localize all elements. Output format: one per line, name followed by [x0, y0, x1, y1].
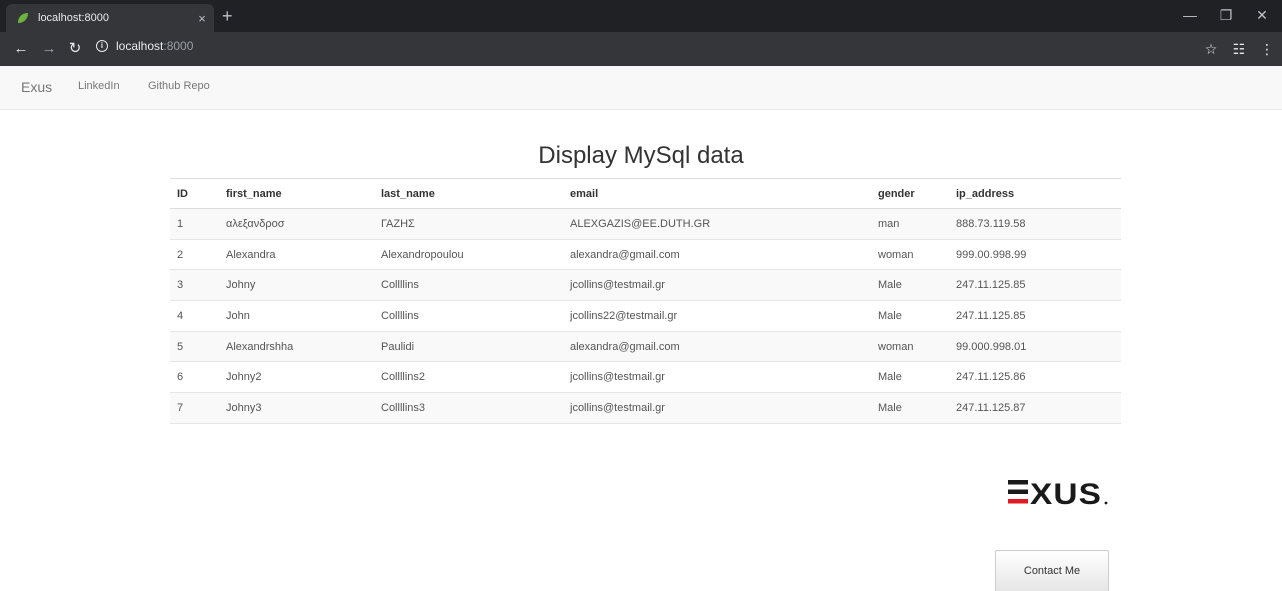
- back-icon[interactable]: ←: [10, 38, 32, 60]
- cell-first-name: Alexandrshha: [219, 331, 374, 363]
- reload-icon[interactable]: ↻: [64, 38, 86, 60]
- svg-text:XUS: XUS: [1030, 478, 1102, 511]
- data-table: ID first_name last_name email gender ip_…: [170, 178, 1121, 424]
- exus-logo: XUS: [1008, 478, 1108, 511]
- cell-id: 4: [170, 300, 219, 332]
- cell-ip-address: 888.73.119.58: [949, 208, 1121, 240]
- cell-ip-address: 247.11.125.86: [949, 361, 1121, 394]
- cell-first-name: Johny: [219, 269, 374, 302]
- cell-email: jcollins@testmail.gr: [563, 269, 871, 302]
- cell-first-name: αλεξανδροσ: [219, 208, 374, 240]
- table-header-row: ID first_name last_name email gender ip_…: [170, 178, 1121, 209]
- cell-first-name: Johny2: [219, 361, 374, 394]
- table-row: 6 Johny2 Collllins2 jcollins@testmail.gr…: [170, 361, 1121, 394]
- header-last-name: last_name: [374, 178, 563, 209]
- cell-gender: Male: [871, 392, 949, 424]
- table-row: 5 Alexandrshha Paulidi alexandra@gmail.c…: [170, 331, 1121, 363]
- site-navbar: Exus LinkedIn Github Repo: [0, 66, 1282, 110]
- contact-me-button[interactable]: Contact Me: [995, 550, 1109, 591]
- cell-id: 6: [170, 361, 219, 394]
- table-row: 1 αλεξανδροσ ΓΑΖΗΣ ALEXGAZIS@EE.DUTH.GR …: [170, 208, 1121, 240]
- header-gender: gender: [871, 178, 949, 209]
- nav-link-github[interactable]: Github Repo: [148, 80, 210, 92]
- cell-gender: Male: [871, 361, 949, 394]
- bookmark-star-icon[interactable]: ☆: [1200, 38, 1222, 60]
- cell-gender: Male: [871, 269, 949, 302]
- cell-id: 2: [170, 239, 219, 271]
- table-row: 7 Johny3 Collllins3 jcollins@testmail.gr…: [170, 392, 1121, 424]
- cell-first-name: Johny3: [219, 392, 374, 424]
- cell-email: jcollins22@testmail.gr: [563, 300, 871, 332]
- cell-last-name: ΓΑΖΗΣ: [374, 208, 563, 240]
- navbar-brand[interactable]: Exus: [21, 79, 52, 95]
- tab-title: localhost:8000: [38, 12, 109, 24]
- info-icon[interactable]: i: [96, 40, 108, 52]
- header-first-name: first_name: [219, 178, 374, 209]
- header-id: ID: [170, 178, 219, 209]
- cell-id: 5: [170, 331, 219, 363]
- cell-email: jcollins@testmail.gr: [563, 392, 871, 424]
- cell-ip-address: 999.00.998.99: [949, 239, 1121, 271]
- browser-toolbar: ← → ↻ i localhost :8000 ☆ ☷ ⋮: [0, 32, 1282, 66]
- cell-last-name: Collllins2: [374, 361, 563, 394]
- cell-last-name: Alexandropoulou: [374, 239, 563, 271]
- table-row: 4 John Collllins jcollins22@testmail.gr …: [170, 300, 1121, 332]
- cell-gender: woman: [871, 239, 949, 271]
- cell-last-name: Paulidi: [374, 331, 563, 363]
- minimize-icon[interactable]: —: [1176, 4, 1204, 26]
- cell-gender: man: [871, 208, 949, 240]
- url-host: localhost: [116, 39, 164, 53]
- cell-id: 1: [170, 208, 219, 240]
- table-row: 2 Alexandra Alexandropoulou alexandra@gm…: [170, 239, 1121, 271]
- cell-id: 3: [170, 269, 219, 302]
- page-title: Display MySql data: [538, 142, 744, 169]
- address-bar[interactable]: i localhost :8000: [96, 39, 193, 53]
- maximize-icon[interactable]: ❐: [1212, 4, 1240, 26]
- window-close-icon[interactable]: ✕: [1248, 4, 1276, 26]
- browser-tab-strip: localhost:8000 × + — ❐ ✕: [0, 0, 1282, 32]
- cell-email: alexandra@gmail.com: [563, 331, 871, 363]
- nav-link-linkedin[interactable]: LinkedIn: [78, 80, 120, 92]
- spring-leaf-icon: [18, 13, 28, 23]
- table-row: 3 Johny Collllins jcollins@testmail.gr M…: [170, 269, 1121, 302]
- menu-icon[interactable]: ⋮: [1256, 38, 1278, 60]
- cell-last-name: Collllins3: [374, 392, 563, 424]
- cell-first-name: Alexandra: [219, 239, 374, 271]
- cell-first-name: John: [219, 300, 374, 332]
- cell-id: 7: [170, 392, 219, 424]
- cell-last-name: Collllins: [374, 300, 563, 332]
- browser-tab[interactable]: localhost:8000 ×: [6, 4, 214, 32]
- cell-last-name: Collllins: [374, 269, 563, 302]
- cell-gender: woman: [871, 331, 949, 363]
- url-port: :8000: [163, 39, 194, 53]
- cell-email: alexandra@gmail.com: [563, 239, 871, 271]
- cell-ip-address: 247.11.125.85: [949, 269, 1121, 302]
- forward-icon[interactable]: →: [38, 38, 60, 60]
- tab-close-icon[interactable]: ×: [190, 11, 214, 26]
- extension-icon[interactable]: ☷: [1228, 38, 1250, 60]
- cell-email: jcollins@testmail.gr: [563, 361, 871, 394]
- cell-ip-address: 247.11.125.85: [949, 300, 1121, 332]
- cell-ip-address: 99.000.998.01: [949, 331, 1121, 363]
- new-tab-icon[interactable]: +: [222, 6, 233, 26]
- cell-gender: Male: [871, 300, 949, 332]
- header-ip-address: ip_address: [949, 178, 1121, 209]
- cell-email: ALEXGAZIS@EE.DUTH.GR: [563, 208, 871, 240]
- cell-ip-address: 247.11.125.87: [949, 392, 1121, 424]
- header-email: email: [563, 178, 871, 209]
